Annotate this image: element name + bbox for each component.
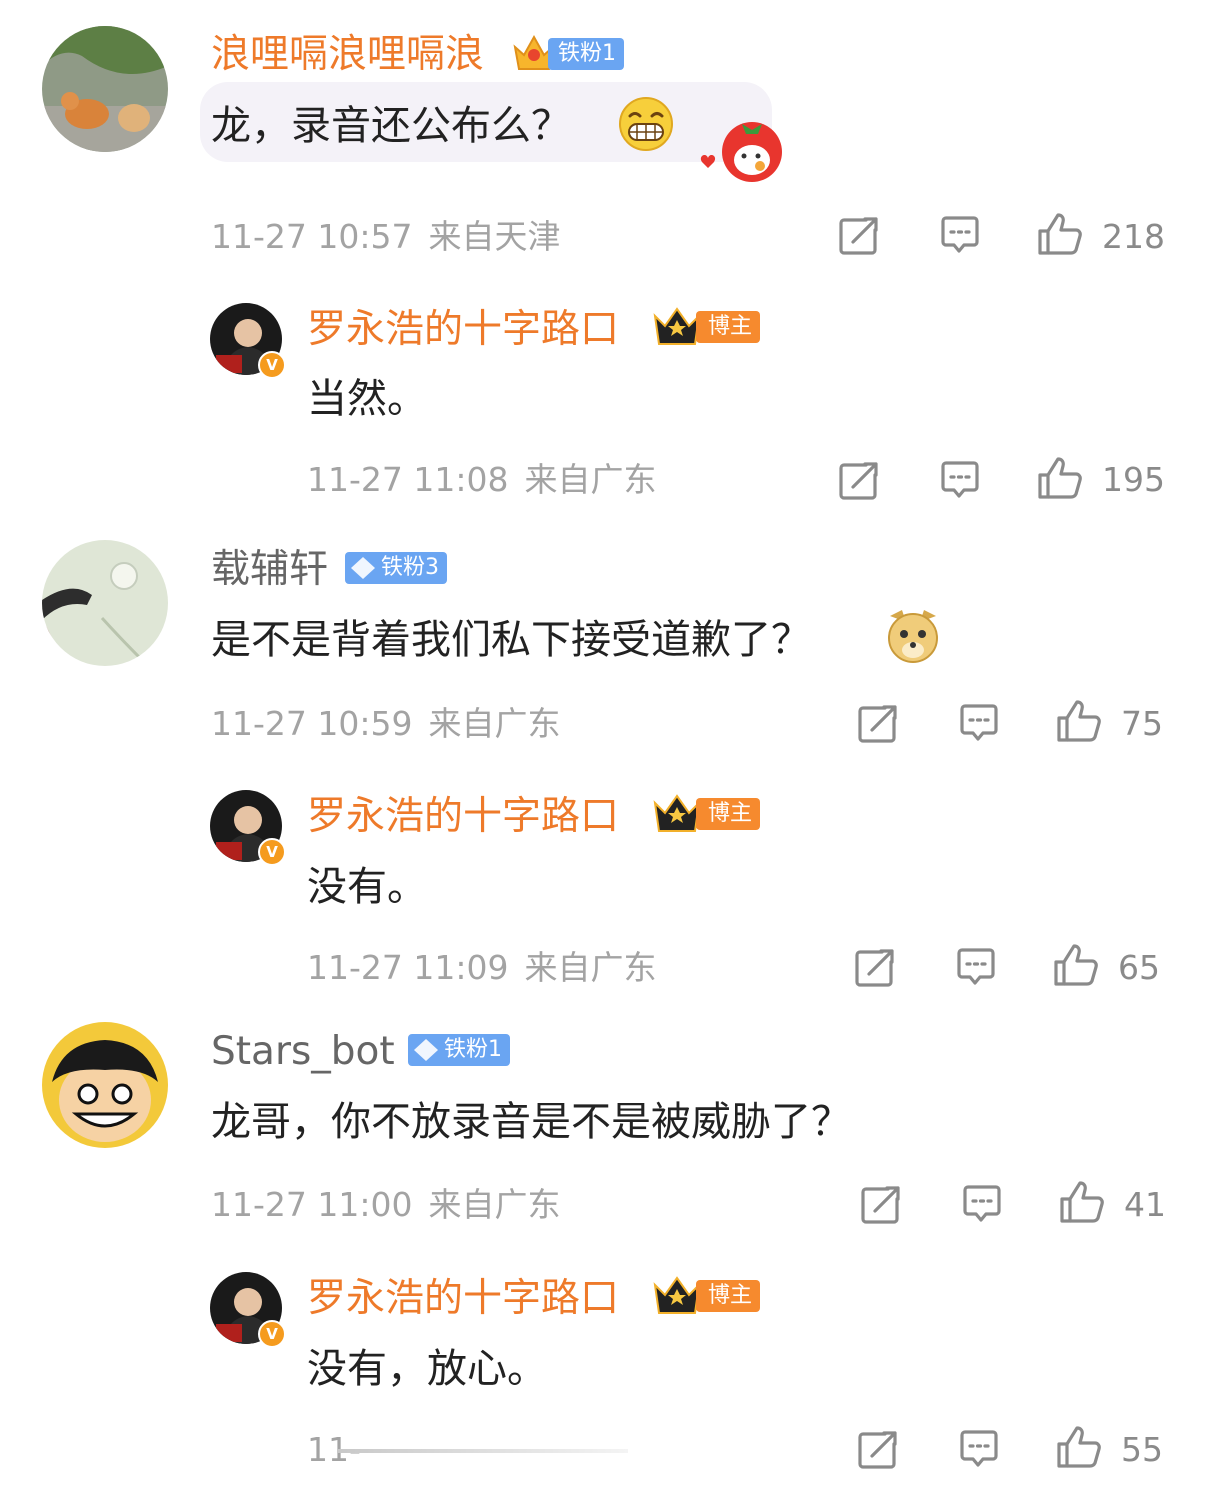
timestamp: 11-27 11:08	[307, 460, 509, 499]
comment-icon[interactable]	[954, 946, 998, 994]
comment-icon[interactable]	[938, 214, 982, 262]
comment-icon[interactable]	[957, 1428, 1001, 1476]
reply-user-name[interactable]: 罗永浩的十字路口	[307, 797, 619, 836]
repost-icon[interactable]	[836, 214, 880, 262]
fan-badge-label: 铁粉3	[381, 555, 439, 580]
timestamp: 11-27 11:09	[307, 948, 509, 987]
repost-icon[interactable]	[852, 946, 896, 994]
crown-icon	[652, 793, 702, 839]
doge-emoji-icon	[884, 606, 942, 668]
comment-icon[interactable]	[938, 459, 982, 507]
blogger-badge: 博主	[696, 1280, 761, 1312]
reply-text: 没有，放心。	[307, 1346, 547, 1392]
reply-user-name[interactable]: 罗永浩的十字路口	[307, 1279, 619, 1318]
like-count: 55	[1121, 1430, 1163, 1469]
avatar[interactable]	[42, 1022, 168, 1148]
like-count: 41	[1124, 1185, 1166, 1224]
user-name[interactable]: Stars_bot	[211, 1032, 395, 1071]
diamond-icon	[414, 1039, 438, 1061]
comment-meta: 11-27 10:59 来自广东	[211, 707, 560, 740]
reply-text: 当然。	[307, 376, 427, 422]
like-count: 195	[1102, 460, 1165, 499]
strawberry-sticker-icon	[692, 116, 784, 188]
timestamp: 11-27 11:00	[211, 1185, 413, 1224]
location: 来自广东	[428, 1185, 561, 1224]
reply-user-name[interactable]: 罗永浩的十字路口	[307, 310, 619, 349]
like-count: 218	[1102, 217, 1165, 256]
diamond-icon	[351, 557, 375, 579]
timestamp: 11-27 10:57	[211, 217, 413, 256]
timestamp: 11-27 10:59	[211, 704, 413, 743]
like-icon[interactable]	[1036, 211, 1084, 263]
fan-badge-label: 铁粉1	[444, 1037, 502, 1062]
v-verified-icon: V	[258, 838, 286, 866]
comment-icon[interactable]	[960, 1183, 1004, 1231]
like-icon[interactable]	[1058, 1179, 1106, 1231]
repost-icon[interactable]	[855, 1428, 899, 1476]
location: 来自广东	[524, 460, 657, 499]
repost-icon[interactable]	[858, 1183, 902, 1231]
avatar[interactable]	[42, 540, 168, 666]
v-verified-icon: V	[258, 1320, 286, 1348]
user-name[interactable]: 载辅轩	[211, 550, 328, 589]
comment-icon[interactable]	[957, 702, 1001, 750]
redacted-bar	[338, 1449, 628, 1453]
like-icon[interactable]	[1052, 942, 1100, 994]
repost-icon[interactable]	[836, 459, 880, 507]
crown-icon	[652, 306, 702, 352]
like-icon[interactable]	[1055, 698, 1103, 750]
blogger-badge: 博主	[696, 311, 761, 343]
location: 来自广东	[428, 704, 561, 743]
like-icon[interactable]	[1055, 1424, 1103, 1476]
reply-text: 没有。	[307, 864, 427, 910]
location: 来自天津	[428, 217, 561, 256]
v-verified-icon: V	[258, 351, 286, 379]
reply-meta: 11-27 11:08 来自广东	[307, 463, 656, 496]
like-count: 75	[1121, 704, 1163, 743]
grin-emoji-icon	[618, 96, 674, 156]
like-icon[interactable]	[1036, 455, 1084, 507]
fan-badge[interactable]: 铁粉1	[548, 38, 624, 70]
comment-meta: 11-27 10:57 来自天津	[211, 220, 560, 253]
avatar[interactable]	[42, 26, 168, 152]
comment-text: 是不是背着我们私下接受道歉了？	[211, 617, 811, 663]
crown-icon	[652, 1275, 702, 1321]
comment-text: 龙，录音还公布么？	[211, 103, 571, 149]
blogger-badge: 博主	[696, 798, 761, 830]
reply-meta: 11-27 11:09 来自广东	[307, 951, 656, 984]
fan-badge[interactable]: 铁粉3	[345, 552, 447, 584]
location: 来自广东	[524, 948, 657, 987]
repost-icon[interactable]	[855, 702, 899, 750]
user-name[interactable]: 浪哩嗝浪哩嗝浪	[211, 35, 484, 74]
comment-text: 龙哥，你不放录音是不是被威胁了？	[211, 1099, 851, 1145]
like-count: 65	[1118, 948, 1160, 987]
comment-meta: 11-27 11:00 来自广东	[211, 1188, 560, 1221]
fan-badge[interactable]: 铁粉1	[408, 1034, 510, 1066]
